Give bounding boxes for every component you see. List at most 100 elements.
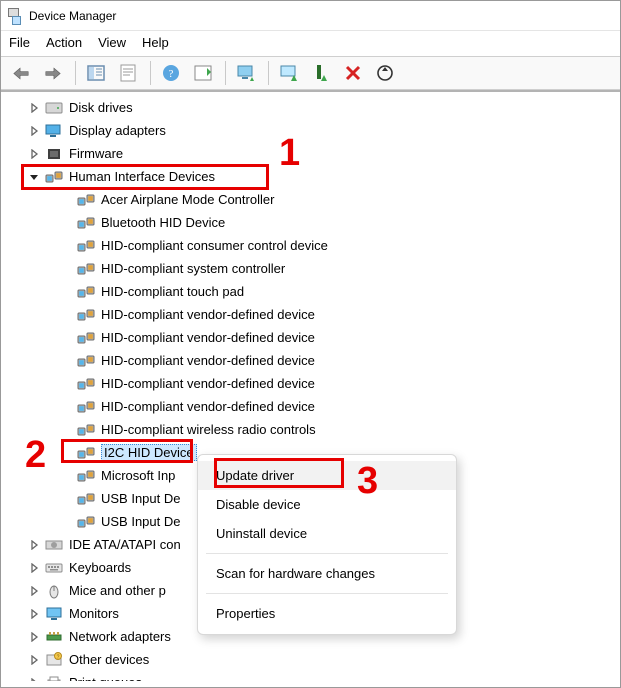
device-item[interactable]: HID-compliant vendor-defined device — [1, 372, 620, 395]
help-button[interactable]: ? — [156, 59, 186, 87]
chevron-right-icon[interactable] — [29, 632, 43, 642]
window-title: Device Manager — [29, 9, 116, 23]
device-item[interactable]: HID-compliant consumer control device — [1, 234, 620, 257]
hid-device-icon — [77, 468, 95, 484]
keyboard-icon — [45, 560, 63, 576]
device-item[interactable]: HID-compliant wireless radio controls — [1, 418, 620, 441]
chevron-right-icon[interactable] — [29, 103, 43, 113]
hid-device-icon — [77, 399, 95, 415]
device-label: HID-compliant system controller — [101, 261, 285, 276]
toolbar-separator — [150, 61, 151, 85]
device-label: HID-compliant vendor-defined device — [101, 376, 315, 391]
chevron-right-icon[interactable] — [29, 126, 43, 136]
hid-device-icon — [77, 445, 95, 461]
chevron-right-icon[interactable] — [29, 586, 43, 596]
arrow-left-icon — [12, 66, 30, 81]
title-bar: Device Manager — [1, 1, 620, 31]
uninstall-device-button[interactable] — [338, 59, 368, 87]
device-item[interactable]: HID-compliant vendor-defined device — [1, 395, 620, 418]
context-menu: Update driver Disable device Uninstall d… — [197, 454, 457, 635]
category-label: Display adapters — [69, 123, 166, 138]
category-label: Monitors — [69, 606, 119, 621]
ctx-uninstall-device[interactable]: Uninstall device — [198, 519, 456, 548]
pane-icon — [86, 63, 106, 83]
monitor-icon — [45, 606, 63, 622]
x-icon — [343, 63, 363, 83]
svg-text:?: ? — [57, 654, 60, 660]
device-label: HID-compliant consumer control device — [101, 238, 328, 253]
device-label: HID-compliant vendor-defined device — [101, 330, 315, 345]
ctx-scan-hardware[interactable]: Scan for hardware changes — [198, 559, 456, 588]
menu-file[interactable]: File — [9, 35, 30, 50]
hid-device-icon — [77, 330, 95, 346]
menu-help[interactable]: Help — [142, 35, 169, 50]
ctx-disable-device[interactable]: Disable device — [198, 490, 456, 519]
device-item[interactable]: HID-compliant vendor-defined device — [1, 326, 620, 349]
category-label: Network adapters — [69, 629, 171, 644]
hid-device-icon — [77, 238, 95, 254]
device-label: Bluetooth HID Device — [101, 215, 225, 230]
device-item[interactable]: Acer Airplane Mode Controller — [1, 188, 620, 211]
category-hid[interactable]: Human Interface Devices — [1, 165, 620, 188]
ctx-properties[interactable]: Properties — [198, 599, 456, 628]
hid-icon — [45, 169, 63, 185]
hid-device-icon — [77, 422, 95, 438]
device-label: I2C HID Device — [101, 444, 197, 461]
print-icon — [45, 675, 63, 682]
chevron-right-icon[interactable] — [29, 655, 43, 665]
device-label: HID-compliant vendor-defined device — [101, 307, 315, 322]
action-icon — [193, 63, 213, 83]
update-driver-button[interactable] — [231, 59, 261, 87]
device-item[interactable]: HID-compliant vendor-defined device — [1, 349, 620, 372]
category-label: Other devices — [69, 652, 149, 667]
chevron-right-icon[interactable] — [29, 149, 43, 159]
category-label: Mice and other p — [69, 583, 166, 598]
forward-button[interactable] — [38, 59, 68, 87]
device-label: HID-compliant vendor-defined device — [101, 353, 315, 368]
enable-bar-button[interactable] — [306, 59, 336, 87]
category-label: IDE ATA/ATAPI con — [69, 537, 181, 552]
device-item[interactable]: HID-compliant system controller — [1, 257, 620, 280]
device-item[interactable]: HID-compliant vendor-defined device — [1, 303, 620, 326]
help-icon: ? — [161, 63, 181, 83]
enable-icon — [311, 63, 331, 83]
hid-device-icon — [77, 284, 95, 300]
hid-device-icon — [77, 514, 95, 530]
properties-button[interactable] — [113, 59, 143, 87]
device-item[interactable]: HID-compliant touch pad — [1, 280, 620, 303]
device-label: HID-compliant vendor-defined device — [101, 399, 315, 414]
category-print[interactable]: Print queues — [1, 671, 620, 681]
category-label: Keyboards — [69, 560, 131, 575]
chevron-right-icon[interactable] — [29, 563, 43, 573]
ide-icon — [45, 537, 63, 553]
hid-device-icon — [77, 491, 95, 507]
device-item[interactable]: Bluetooth HID Device — [1, 211, 620, 234]
ctx-separator — [206, 553, 448, 554]
monitor-arrow-icon — [279, 63, 299, 83]
show-hide-tree-button[interactable] — [81, 59, 111, 87]
menu-action[interactable]: Action — [46, 35, 82, 50]
menu-view[interactable]: View — [98, 35, 126, 50]
back-button[interactable] — [6, 59, 36, 87]
hid-device-icon — [77, 215, 95, 231]
chevron-right-icon[interactable] — [29, 678, 43, 682]
scan-icon — [375, 63, 395, 83]
device-label: USB Input De — [101, 514, 181, 529]
scan-hardware-button[interactable] — [370, 59, 400, 87]
device-label: HID-compliant touch pad — [101, 284, 244, 299]
action-center-button[interactable] — [188, 59, 218, 87]
ctx-update-driver[interactable]: Update driver — [198, 461, 456, 490]
category-disk[interactable]: Disk drives — [1, 96, 620, 119]
firmware-icon — [45, 146, 63, 162]
toolbar-separator — [268, 61, 269, 85]
chevron-right-icon[interactable] — [29, 540, 43, 550]
chevron-right-icon[interactable] — [29, 609, 43, 619]
toolbar-separator — [225, 61, 226, 85]
enable-device-button[interactable] — [274, 59, 304, 87]
category-other[interactable]: ? Other devices — [1, 648, 620, 671]
chevron-down-icon[interactable] — [29, 172, 43, 182]
hid-device-icon — [77, 376, 95, 392]
category-firmware[interactable]: Firmware — [1, 142, 620, 165]
display-icon — [45, 123, 63, 139]
category-display[interactable]: Display adapters — [1, 119, 620, 142]
